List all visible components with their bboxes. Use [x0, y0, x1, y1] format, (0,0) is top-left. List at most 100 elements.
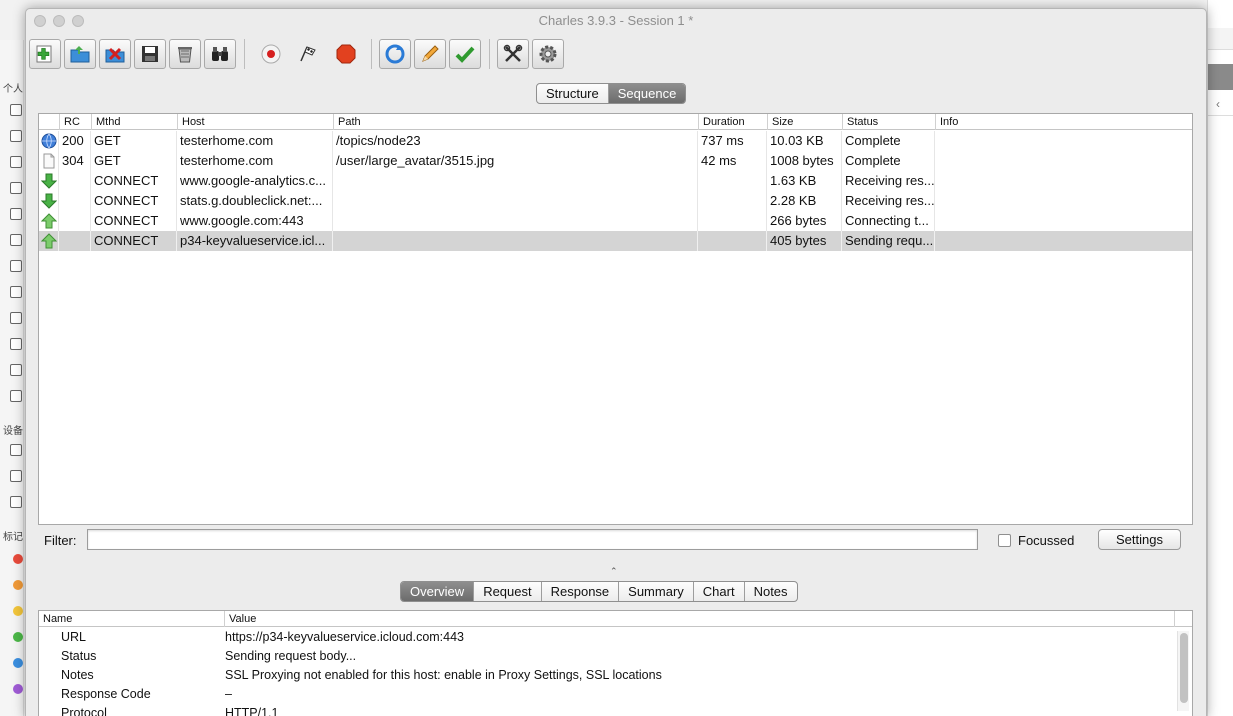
- table-row[interactable]: CONNECT www.google-analytics.c... 1.63 KB R…: [39, 171, 1192, 191]
- table-row[interactable]: CONNECT stats.g.doubleclick.net:... 2.28 K…: [39, 191, 1192, 211]
- tab-chart[interactable]: Chart: [694, 582, 745, 601]
- cell-host: stats.g.doubleclick.net:...: [180, 193, 323, 208]
- tag-color-dot[interactable]: [13, 606, 23, 616]
- cell-rc: [59, 191, 91, 211]
- cell-size: 2.28 KB: [770, 193, 817, 208]
- cell-host: testerhome.com: [180, 133, 274, 148]
- open-session-icon: [70, 46, 90, 63]
- settings-gear-icon: [539, 45, 557, 63]
- column-header-method[interactable]: Mthd: [91, 114, 177, 130]
- tab-response[interactable]: Response: [542, 582, 620, 601]
- notebook-icon: [10, 390, 22, 402]
- cell-duration: 42 ms: [701, 153, 737, 168]
- tag-color-dot[interactable]: [13, 684, 23, 694]
- validate-button[interactable]: [449, 39, 481, 69]
- cell-method: GET: [94, 153, 121, 168]
- column-header-name[interactable]: Name: [39, 611, 72, 627]
- table-row[interactable]: 200 GET testerhome.com/topics/node23 737 ms…: [39, 131, 1192, 151]
- detail-scrollbar[interactable]: [1177, 631, 1189, 711]
- notebook-icon: [10, 234, 22, 246]
- tag-color-dot[interactable]: [13, 554, 23, 564]
- detail-tabs: Overview Request Response Summary Chart Notes: [400, 581, 798, 602]
- cell-duration: 737 ms: [701, 133, 744, 148]
- column-header-status[interactable]: Status: [842, 114, 935, 130]
- cell-status: Sending requ...: [845, 233, 934, 248]
- background-section-label: 个人: [3, 84, 23, 95]
- find-button[interactable]: [204, 39, 236, 69]
- column-header-path[interactable]: Path: [333, 114, 698, 130]
- cell-rc: [59, 211, 91, 231]
- detail-header: Name Value: [39, 611, 1192, 627]
- column-header-size[interactable]: Size: [767, 114, 842, 130]
- cell-path: [333, 211, 698, 231]
- table-row[interactable]: CONNECT www.google.com:443 266 bytes Connec…: [39, 211, 1192, 231]
- arrow-up-icon: [40, 213, 58, 229]
- open-session-button[interactable]: [64, 39, 96, 69]
- tools-button[interactable]: [497, 39, 529, 69]
- cell-size: 1.63 KB: [770, 173, 817, 188]
- arrow-up-icon: [40, 233, 58, 249]
- cell-rc: [59, 231, 91, 251]
- detail-row-value: Sending request body...: [225, 649, 357, 663]
- notebook-icon: [10, 496, 22, 508]
- arrow-down-icon: [40, 193, 58, 209]
- tab-sequence[interactable]: Sequence: [608, 84, 686, 103]
- cell-duration: [698, 171, 767, 191]
- notebook-icon: [10, 364, 22, 376]
- chevron-icon: ‹: [1208, 92, 1233, 116]
- record-button[interactable]: [255, 39, 287, 69]
- tab-overview[interactable]: Overview: [401, 582, 475, 601]
- tab-structure[interactable]: Structure: [537, 84, 609, 103]
- tab-notes[interactable]: Notes: [745, 582, 797, 601]
- notebook-icon: [10, 444, 22, 456]
- view-mode-switch: Structure Sequence: [536, 83, 687, 104]
- clear-session-button[interactable]: [169, 39, 201, 69]
- cell-host: www.google.com:443: [180, 213, 304, 228]
- detail-row-value: SSL Proxying not enabled for this host: …: [225, 668, 662, 682]
- table-row[interactable]: 304 GET testerhome.com/user/large_avatar/3…: [39, 151, 1192, 171]
- tag-color-dot[interactable]: [13, 632, 23, 642]
- throttle-button[interactable]: [292, 39, 324, 69]
- background-section-label: 标记: [3, 532, 23, 543]
- filter-input[interactable]: [87, 529, 978, 550]
- focussed-checkbox[interactable]: [998, 534, 1011, 547]
- save-session-button[interactable]: [134, 39, 166, 69]
- new-session-button[interactable]: [29, 39, 61, 69]
- detail-row[interactable]: Notes SSL Proxying not enabled for this h…: [39, 666, 1192, 685]
- cell-path: /topics/node23: [336, 133, 421, 148]
- cell-size: 266 bytes: [770, 213, 827, 228]
- table-row[interactable]: CONNECT p34-keyvalueservice.icl... 405 byt…: [39, 231, 1192, 251]
- settings-button[interactable]: [532, 39, 564, 69]
- close-session-button[interactable]: [99, 39, 131, 69]
- cell-status: Complete: [845, 153, 901, 168]
- cell-info: [935, 211, 1190, 231]
- toolbar: [26, 35, 1206, 73]
- detail-row[interactable]: Status Sending request body...: [39, 647, 1192, 666]
- settings-filter-button[interactable]: Settings: [1098, 529, 1181, 550]
- detail-row[interactable]: Protocol HTTP/1.1: [39, 704, 1192, 716]
- edit-button[interactable]: [414, 39, 446, 69]
- tab-request[interactable]: Request: [474, 582, 542, 601]
- stop-button[interactable]: [330, 39, 362, 69]
- column-header-rc[interactable]: RC: [59, 114, 91, 130]
- stop-icon: [336, 44, 356, 64]
- column-header-spacer: [1174, 611, 1192, 627]
- throttle-icon: [300, 46, 316, 62]
- detail-row[interactable]: URL https://p34-keyvalueservice.icloud.co…: [39, 628, 1192, 647]
- scroll-thumb[interactable]: [1180, 633, 1188, 703]
- splitter-handle-icon[interactable]: ⌃: [610, 566, 618, 577]
- repeat-button[interactable]: [379, 39, 411, 69]
- tab-summary[interactable]: Summary: [619, 582, 694, 601]
- tag-color-dot[interactable]: [13, 658, 23, 668]
- notebook-icon: [10, 130, 22, 142]
- column-header-info[interactable]: Info: [935, 114, 1190, 130]
- notebook-icon: [10, 182, 22, 194]
- column-header-duration[interactable]: Duration: [698, 114, 767, 130]
- cell-info: [935, 191, 1190, 211]
- column-header-value[interactable]: Value: [224, 611, 256, 627]
- notebook-icon: [10, 312, 22, 324]
- detail-row[interactable]: Response Code –: [39, 685, 1192, 704]
- tag-color-dot[interactable]: [13, 580, 23, 590]
- detail-row-name: Response Code: [61, 687, 151, 701]
- column-header-host[interactable]: Host: [177, 114, 333, 130]
